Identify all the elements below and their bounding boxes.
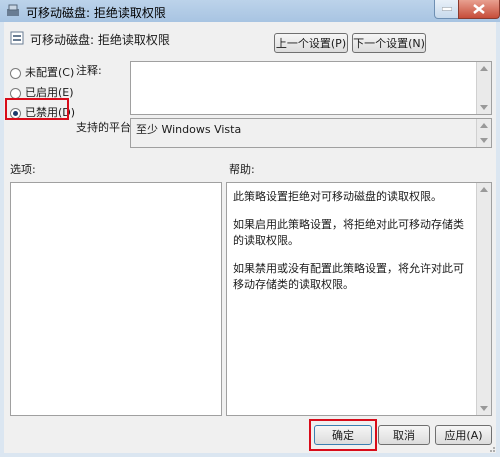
close-button[interactable]: [458, 0, 500, 19]
scroll-down-arrow-icon[interactable]: [480, 406, 488, 411]
close-icon: [473, 4, 485, 14]
scroll-down-arrow-icon[interactable]: [480, 105, 488, 110]
scroll-up-arrow-icon[interactable]: [480, 66, 488, 71]
scroll-down-arrow-icon[interactable]: [480, 138, 488, 143]
comment-label: 注释:: [76, 64, 102, 77]
options-pane: [10, 182, 222, 416]
next-setting-button[interactable]: 下一个设置(N): [352, 33, 426, 53]
help-scrollbar[interactable]: [476, 183, 491, 415]
radio-circle[interactable]: [10, 67, 21, 79]
policy-icon: [7, 4, 19, 16]
minimize-button[interactable]: [434, 0, 460, 19]
window-title: 可移动磁盘: 拒绝读取权限: [26, 6, 166, 20]
highlight-ok-button: [309, 419, 377, 451]
cancel-button[interactable]: 取消: [378, 425, 430, 445]
dialog-body: 可移动磁盘: 拒绝读取权限 上一个设置(P) 下一个设置(N) 未配置(C) 已…: [4, 22, 496, 453]
help-pane: 此策略设置拒绝对可移动磁盘的读取权限。 如果启用此策略设置，将拒绝对此可移动存储…: [226, 182, 492, 416]
setting-title: 可移动磁盘: 拒绝读取权限: [30, 33, 170, 47]
highlight-disabled-option: [5, 98, 69, 120]
platform-scrollbar[interactable]: [476, 119, 491, 147]
supported-platform-value: 至少 Windows Vista: [136, 123, 242, 136]
minimize-icon: [442, 7, 452, 11]
comment-textarea[interactable]: [130, 61, 492, 115]
help-paragraph: 如果启用此策略设置，将拒绝对此可移动存储类的读取权限。: [233, 218, 464, 247]
scroll-up-arrow-icon[interactable]: [480, 187, 488, 192]
scroll-up-arrow-icon[interactable]: [480, 123, 488, 128]
supported-platform-field: 至少 Windows Vista: [130, 118, 492, 148]
previous-setting-button[interactable]: 上一个设置(P): [274, 33, 348, 53]
radio-circle[interactable]: [10, 87, 21, 99]
comment-scrollbar[interactable]: [476, 62, 491, 114]
options-label: 选项:: [10, 163, 36, 176]
help-paragraph: 如果禁用或没有配置此策略设置，将允许对此可移动存储类的读取权限。: [233, 262, 464, 291]
help-paragraph: 此策略设置拒绝对可移动磁盘的读取权限。: [233, 190, 442, 203]
policy-icon: [10, 31, 24, 45]
dialog-window: 可移动磁盘: 拒绝读取权限 可移动磁盘: 拒绝读取权限 上一个设置(P) 下一个…: [0, 0, 500, 457]
radio-label: 未配置(C): [25, 66, 75, 79]
supported-platform-label: 支持的平台:: [76, 121, 135, 134]
help-label: 帮助:: [229, 163, 255, 176]
radio-not-configured[interactable]: 未配置(C): [10, 64, 74, 80]
resize-grip-icon[interactable]: [486, 443, 496, 453]
title-bar[interactable]: 可移动磁盘: 拒绝读取权限: [0, 0, 500, 22]
apply-button[interactable]: 应用(A): [435, 425, 492, 445]
